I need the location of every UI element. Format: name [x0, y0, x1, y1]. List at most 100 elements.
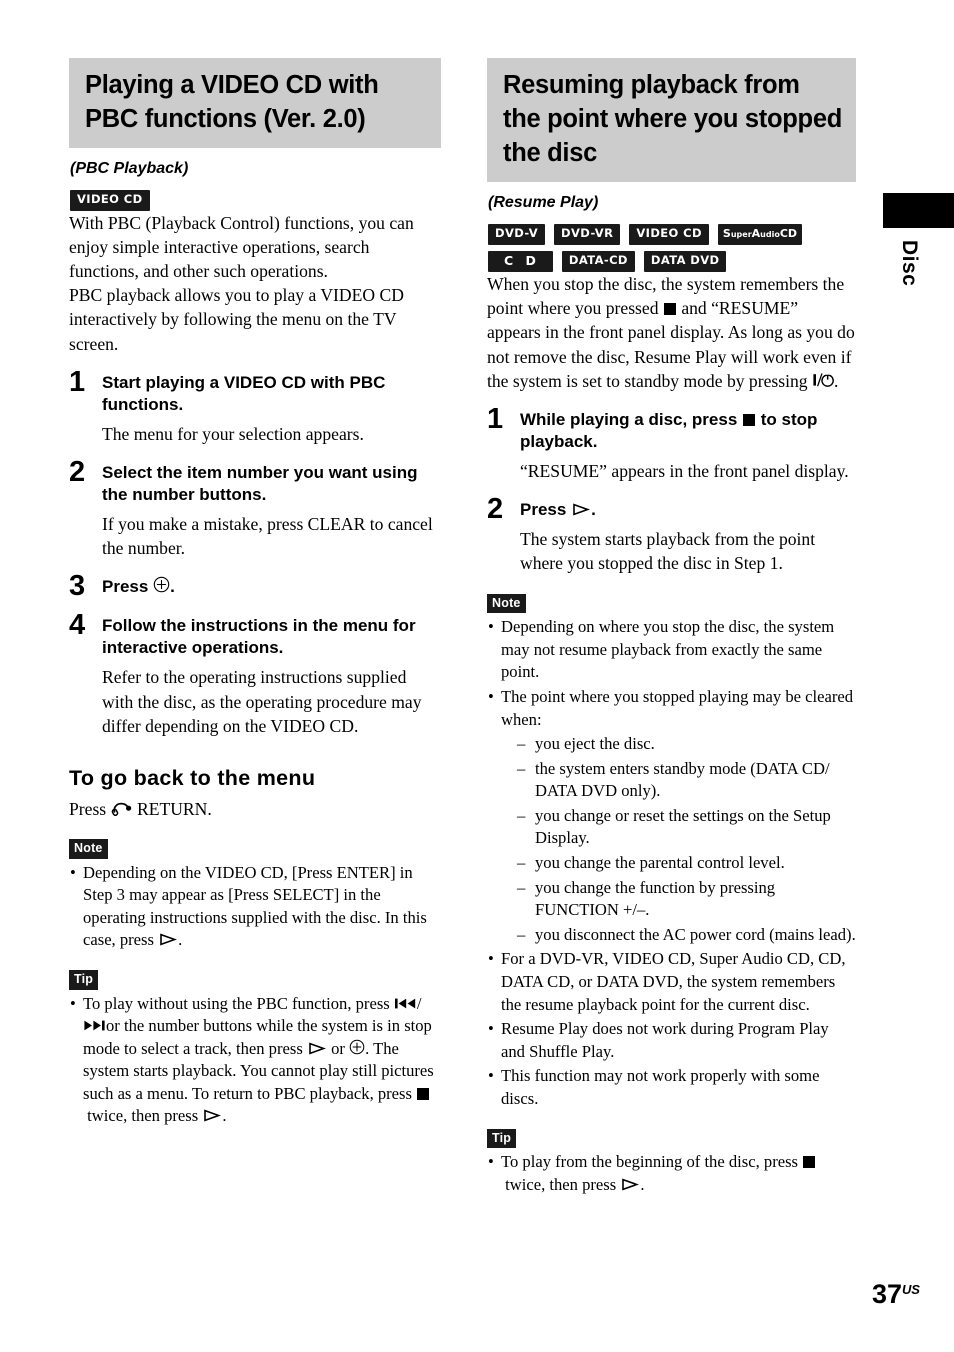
note-sub-item: you change the parental control level.	[517, 852, 856, 875]
sacd-cd: CD	[779, 227, 798, 240]
note-sub-list: you eject the disc. the system enters st…	[501, 733, 856, 946]
note-item: For a DVD-VR, VIDEO CD, Super Audio CD, …	[487, 948, 856, 1016]
note-item: This function may not work properly with…	[487, 1065, 856, 1110]
return-label: RETURN.	[136, 798, 212, 819]
tip-text-1: To play from the beginning of the disc, …	[501, 1152, 799, 1172]
note-item: Depending on where you stop the disc, th…	[487, 616, 856, 684]
disc-badge-video-cd: VIDEO CD	[70, 190, 150, 211]
tip-block-right: Tip To play from the beginning of the di…	[487, 1128, 856, 1197]
play-button-icon	[571, 503, 591, 516]
resume-intro-paragraph: When you stop the disc, the system remem…	[487, 272, 856, 393]
step-description: Refer to the operating instructions supp…	[102, 667, 422, 736]
tip-text-1: To play without using the PBC function, …	[83, 993, 390, 1013]
stop-button-icon	[803, 1156, 816, 1169]
step-number: 2	[487, 493, 504, 526]
section-subheading-right: (Resume Play)	[488, 194, 599, 211]
note-sub-item: you disconnect the AC power cord (mains …	[517, 924, 856, 947]
play-button-icon	[307, 1042, 327, 1055]
stop-button-icon	[663, 303, 676, 316]
tip-text-2: twice, then press	[505, 1174, 617, 1194]
step-3: 3 Press .	[69, 570, 441, 603]
note-sub-item: you change or reset the settings on the …	[517, 805, 856, 850]
disc-badge-dvd-vr: DVD-VR	[554, 224, 621, 245]
step-body: Select the item number you want using th…	[102, 460, 441, 560]
disc-badge-data-cd: DATA-CD	[561, 250, 635, 272]
tip-list: To play from the beginning of the disc, …	[487, 1151, 856, 1196]
step-1: 1 Start playing a VIDEO CD with PBC func…	[69, 365, 441, 446]
side-tab-label: Disc	[898, 240, 921, 287]
step-description: If you make a mistake, press CLEAR to ca…	[102, 513, 433, 559]
step-number: 1	[69, 365, 86, 398]
step-body: Press .	[102, 574, 441, 599]
section-heading-right: Resuming playback from the point where y…	[487, 58, 856, 182]
tip-text-4: or	[331, 1038, 345, 1058]
disc-badge-video-cd: VIDEO CD	[629, 224, 709, 245]
note-list: Depending on the VIDEO CD, [Press ENTER]…	[69, 862, 441, 952]
sacd-s: S	[722, 227, 731, 240]
step-body: Press . The system starts playback from …	[520, 497, 856, 575]
step-number: 3	[69, 570, 86, 603]
note-sub-item: you change the function by pressing FUNC…	[517, 877, 856, 922]
section-subheading-left: (PBC Playback)	[70, 160, 189, 177]
step-description: “RESUME” appears in the front panel disp…	[520, 461, 849, 482]
step-title-prefix: Press	[520, 500, 567, 520]
note-block-right: Note Depending on where you stop the dis…	[487, 593, 856, 1111]
section-heading-left: Playing a VIDEO CD with PBC functions (V…	[69, 58, 441, 148]
resume-step-1: 1 While playing a disc, press to stop pl…	[487, 403, 856, 483]
tip-text-2: /	[416, 993, 422, 1013]
disc-badge-cd: C D	[488, 250, 553, 272]
page-number: 37US	[872, 1281, 920, 1308]
disc-badge-data-dvd: DATA DVD	[643, 250, 727, 272]
step-title-prefix: While playing a disc, press	[520, 410, 738, 430]
intro-paragraph-1: With PBC (Playback Control) functions, y…	[69, 212, 414, 281]
tip-item: To play from the beginning of the disc, …	[487, 1151, 856, 1196]
step-number: 2	[69, 455, 86, 488]
play-button-icon	[158, 933, 178, 946]
tip-text-6: twice, then press	[87, 1106, 199, 1126]
step-description: The system starts playback from the poin…	[520, 529, 816, 574]
step-body: Follow the instructions in the menu for …	[102, 613, 441, 738]
step-title: Press .	[520, 499, 856, 521]
previous-track-icon	[394, 997, 417, 1010]
step-title-prefix: Press	[102, 577, 149, 597]
right-column: Resuming playback from the point where y…	[487, 58, 856, 1196]
next-track-icon	[83, 1019, 106, 1032]
step-title: While playing a disc, press to stop play…	[520, 409, 856, 453]
stop-button-icon	[417, 1087, 430, 1100]
intro-text-3: .	[833, 370, 839, 391]
tip-list: To play without using the PBC function, …	[69, 993, 441, 1129]
step-body: While playing a disc, press to stop play…	[520, 407, 856, 483]
tip-item: To play without using the PBC function, …	[69, 993, 441, 1129]
step-title: Select the item number you want using th…	[102, 462, 418, 504]
note-tag: Note	[487, 593, 526, 614]
note-sub-item: you eject the disc.	[517, 733, 856, 756]
tip-text-3: .	[640, 1174, 645, 1194]
side-thumb-tab-marker	[883, 193, 954, 228]
note-text-after: .	[178, 930, 183, 950]
tip-text-7: .	[222, 1106, 227, 1126]
step-title: Start playing a VIDEO CD with PBC functi…	[102, 372, 386, 414]
play-button-icon	[620, 1178, 640, 1191]
manual-page: Disc Playing a VIDEO CD with PBC functio…	[0, 0, 954, 1352]
press-label: Press	[69, 798, 107, 819]
step-number: 1	[487, 403, 504, 436]
intro-paragraph-2: PBC playback allows you to play a VIDEO …	[69, 285, 404, 354]
note-item: Depending on the VIDEO CD, [Press ENTER]…	[69, 862, 441, 952]
tip-block-left: Tip To play without using the PBC functi…	[69, 970, 441, 1128]
resume-step-2: 2 Press . The system starts playback fro…	[487, 493, 856, 575]
return-button-icon	[111, 801, 133, 816]
step-4: 4 Follow the instructions in the menu fo…	[69, 611, 441, 738]
note-tag: Note	[69, 839, 108, 859]
disc-badge-super-audio-cd: SuperAudioCD	[717, 224, 803, 245]
note-block-left: Note Depending on the VIDEO CD, [Press E…	[69, 839, 441, 952]
disc-badge-dvd-v: DVD-V	[488, 224, 546, 245]
step-title: Follow the instructions in the menu for …	[102, 616, 416, 658]
step-body: Start playing a VIDEO CD with PBC functi…	[102, 370, 441, 446]
sacd-udio: udio	[760, 230, 780, 239]
sacd-a: A	[751, 227, 761, 240]
step-title-suffix: .	[591, 500, 596, 520]
sacd-uper: uper	[730, 230, 752, 239]
note-text-before: Depending on the VIDEO CD, [Press ENTER]…	[83, 862, 427, 950]
play-button-icon	[202, 1109, 222, 1123]
tip-tag: Tip	[487, 1128, 517, 1149]
